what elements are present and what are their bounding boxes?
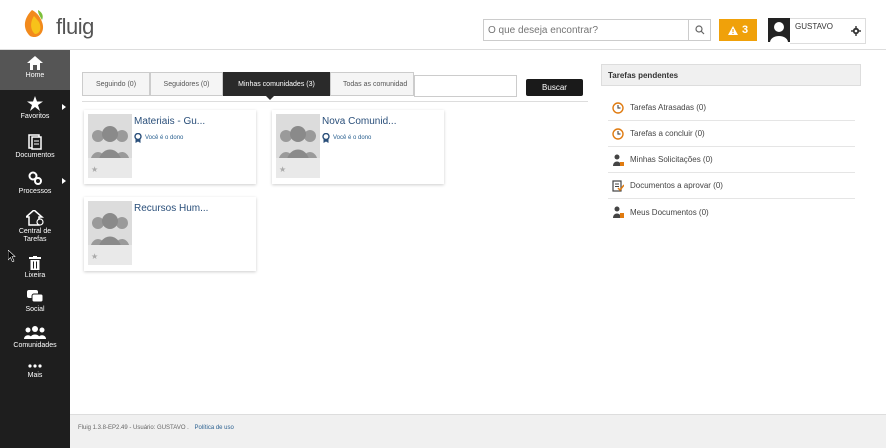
community-card[interactable]: ★ Nova Comunid... Você é o dono	[272, 110, 444, 184]
task-label: Meus Documentos (0)	[630, 207, 709, 217]
search-button[interactable]	[688, 20, 710, 40]
tab-seguidores[interactable]: Seguidores (0)	[150, 72, 223, 96]
sidebar-item-home[interactable]: Home	[0, 50, 70, 90]
sidebar-item-label: Central de Tarefas	[18, 228, 52, 243]
expand-arrow-icon	[62, 178, 66, 184]
active-tab-pointer	[265, 95, 275, 100]
footer-text: Fluig 1.3.8-EP2.49 - Usuário: GUSTAVO .	[78, 425, 189, 431]
trash-icon	[29, 256, 41, 270]
owner-label: Você é o dono	[333, 135, 372, 141]
tasks-panel-title: Tarefas pendentes	[608, 70, 679, 80]
task-center-icon	[26, 210, 44, 226]
tab-label: Seguidores (0)	[163, 80, 210, 88]
sidebar-item-label: Favoritos	[20, 113, 50, 120]
community-card[interactable]: ★ Materiais - Gu... Você é o dono	[84, 110, 256, 184]
community-title[interactable]: Recursos Hum...	[134, 203, 208, 214]
task-label: Minhas Solicitações (0)	[630, 155, 713, 164]
task-item-meus-documentos[interactable]: Meus Documentos (0)	[608, 199, 855, 225]
sidebar-item-label: Mais	[27, 372, 43, 379]
search-icon	[694, 25, 704, 35]
tab-label: Todas as comunidad	[343, 80, 408, 88]
footer: Fluig 1.3.8-EP2.49 - Usuário: GUSTAVO . …	[70, 414, 886, 448]
user-name: GUSTAVO	[795, 22, 833, 31]
star-icon[interactable]: ★	[279, 165, 286, 174]
sidebar: Home Favoritos Documentos Processos Cent…	[0, 50, 70, 448]
document-approve-icon	[612, 179, 624, 192]
top-bar: fluig 3 GUSTAVO	[0, 0, 886, 50]
community-title[interactable]: Materiais - Gu...	[134, 116, 205, 127]
tasks-panel-header: Tarefas pendentes	[601, 64, 861, 86]
ribbon-icon	[322, 133, 330, 143]
task-item-documentos-a-aprovar[interactable]: Documentos a aprovar (0)	[608, 173, 855, 199]
more-icon	[28, 364, 42, 368]
documents-icon	[28, 134, 42, 150]
usage-policy-link[interactable]: Política de uso	[195, 425, 234, 431]
clock-icon	[612, 101, 624, 114]
clock-icon	[612, 127, 624, 140]
star-icon	[27, 96, 43, 111]
task-item-atrasadas[interactable]: Tarefas Atrasadas (0)	[608, 95, 855, 121]
task-item-a-concluir[interactable]: Tarefas a concluir (0)	[608, 121, 855, 147]
tab-label: Minhas comunidades (3)	[238, 80, 315, 88]
task-label: Tarefas a concluir (0)	[630, 129, 705, 138]
user-avatar-icon	[768, 18, 790, 42]
tab-label: Seguindo (0)	[95, 80, 137, 88]
star-icon[interactable]: ★	[91, 165, 98, 174]
expand-arrow-icon	[62, 104, 66, 110]
ribbon-icon	[134, 133, 142, 143]
mouse-cursor-icon	[8, 250, 16, 262]
community-title[interactable]: Nova Comunid...	[322, 116, 396, 127]
owner-label: Você é o dono	[145, 135, 184, 141]
global-search	[483, 19, 711, 41]
sidebar-item-label: Lixeira	[24, 272, 46, 279]
owner-badge: Você é o dono	[134, 133, 183, 143]
tabs-divider	[82, 101, 588, 102]
gear-icon[interactable]	[851, 26, 861, 36]
sidebar-item-label: Documentos	[15, 152, 55, 159]
logo-text: fluig	[56, 14, 94, 39]
alert-count: 3	[741, 24, 749, 36]
buscar-button[interactable]: Buscar	[526, 79, 583, 96]
warning-icon	[727, 25, 738, 35]
star-icon[interactable]: ★	[91, 252, 98, 261]
owner-badge: Você é o dono	[322, 133, 371, 143]
fluig-logo[interactable]: fluig	[16, 6, 94, 46]
person-icon	[613, 154, 624, 166]
sidebar-item-central-de-tarefas[interactable]: Central de Tarefas	[0, 210, 70, 244]
sidebar-item-label: Social	[25, 306, 45, 313]
user-avatar[interactable]	[768, 18, 790, 42]
communities-icon	[24, 326, 46, 339]
sidebar-item-documentos[interactable]: Documentos	[0, 134, 70, 159]
tab-todas-as-comunidades[interactable]: Todas as comunidad	[330, 72, 414, 96]
sidebar-item-favoritos[interactable]: Favoritos	[0, 96, 70, 120]
sidebar-item-label: Processos	[18, 188, 52, 195]
alerts-button[interactable]: 3	[719, 19, 757, 41]
sidebar-item-comunidades[interactable]: Comunidades	[0, 326, 70, 349]
home-icon	[27, 56, 43, 70]
tab-seguindo[interactable]: Seguindo (0)	[82, 72, 150, 96]
person-document-icon	[613, 206, 624, 218]
task-item-minhas-solicitacoes[interactable]: Minhas Solicitações (0)	[608, 147, 855, 173]
task-label: Tarefas Atrasadas (0)	[630, 103, 707, 112]
community-search-input[interactable]	[414, 75, 517, 97]
fluig-logo-icon	[24, 10, 44, 38]
sidebar-item-social[interactable]: Social	[0, 290, 70, 313]
community-card[interactable]: ★ Recursos Hum...	[84, 197, 256, 271]
sidebar-item-mais[interactable]: Mais	[0, 362, 70, 379]
global-search-input[interactable]	[484, 20, 688, 40]
sidebar-item-label: Comunidades	[13, 342, 57, 349]
buscar-label: Buscar	[542, 83, 567, 92]
tab-minhas-comunidades[interactable]: Minhas comunidades (3)	[223, 72, 330, 96]
sidebar-item-processos[interactable]: Processos	[0, 170, 70, 195]
social-icon	[27, 290, 43, 303]
task-label: Documentos a aprovar (0)	[630, 181, 723, 190]
processes-icon	[28, 171, 42, 185]
sidebar-item-label: Home	[25, 72, 45, 79]
